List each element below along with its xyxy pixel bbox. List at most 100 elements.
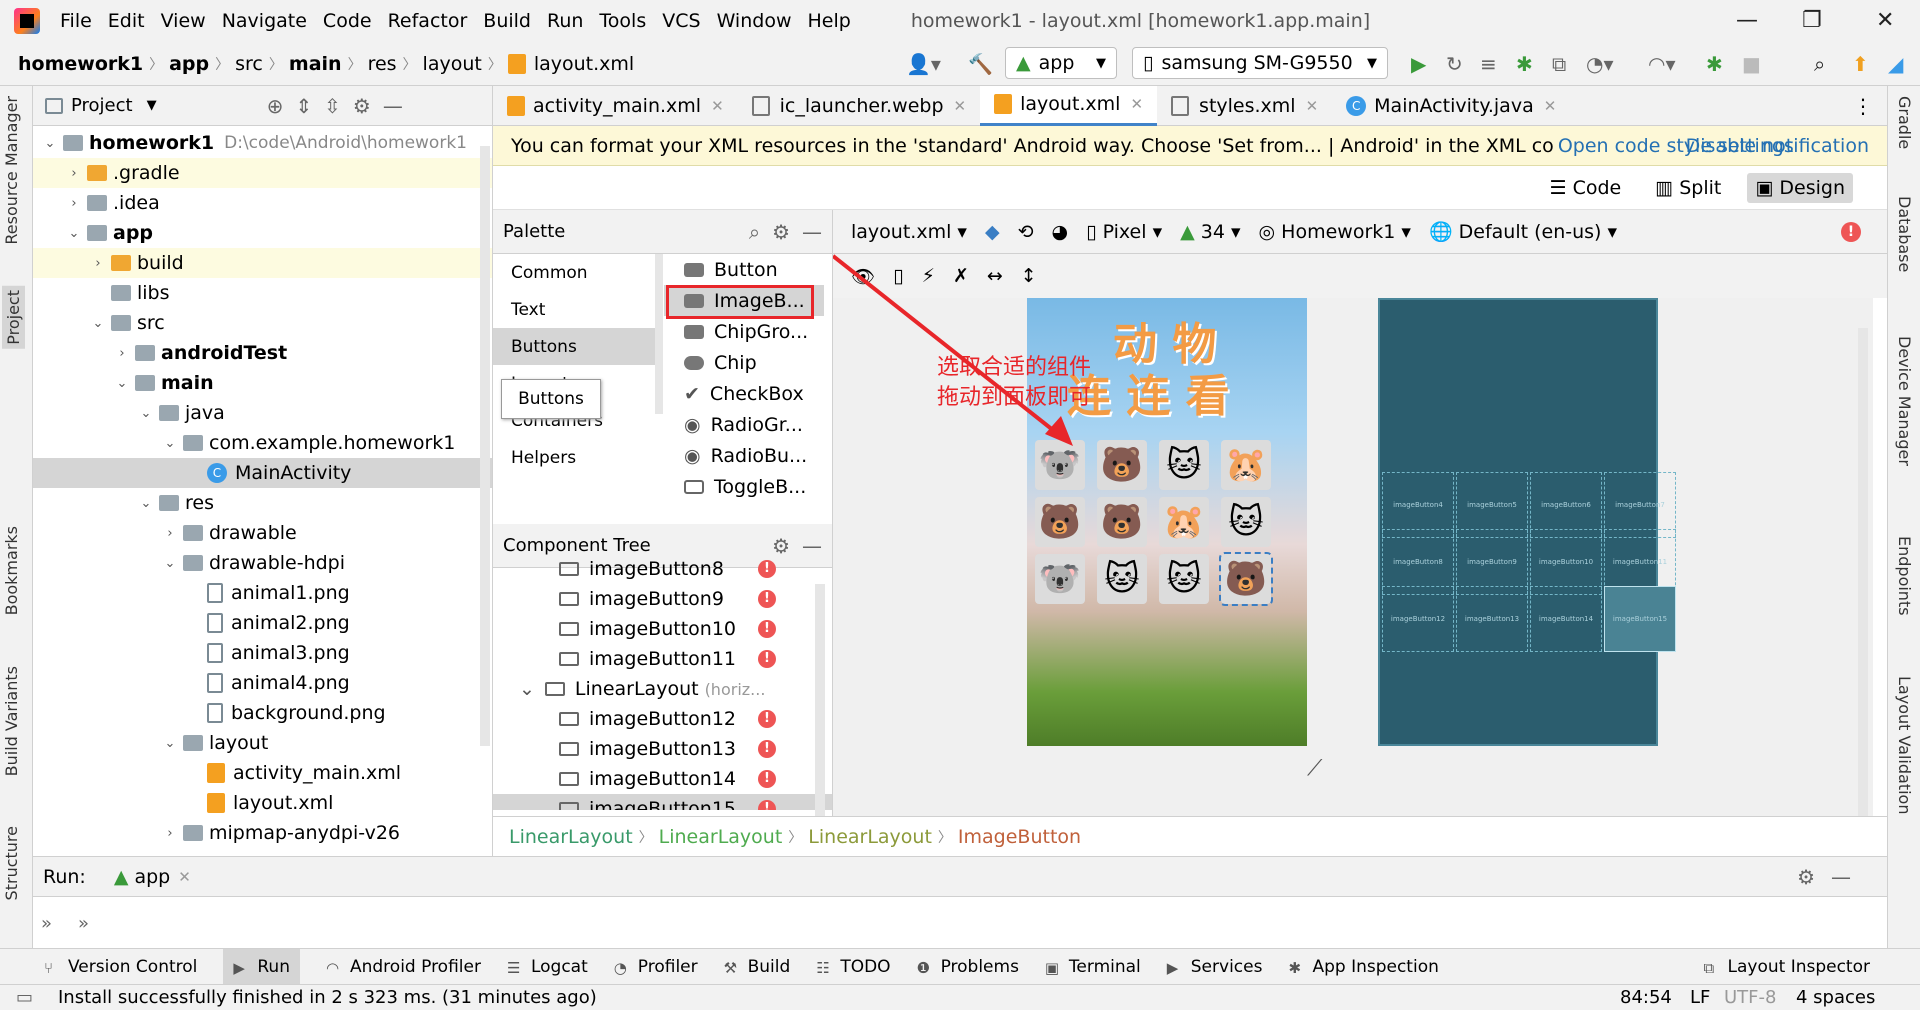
tab-layout-xml[interactable]: layout.xml ✕ (980, 85, 1158, 126)
search-icon[interactable]: ⌕ (749, 220, 760, 244)
tree-item[interactable]: ⌄ layout (33, 728, 492, 758)
category-buttons[interactable]: Buttons (493, 328, 663, 365)
resize-handle-icon[interactable]: ⟋ (1307, 756, 1322, 781)
crumb-res[interactable]: res (368, 53, 397, 75)
code-mode-button[interactable]: ☰ Code (1542, 173, 1630, 203)
profile-icon[interactable]: ◔▾ (1586, 52, 1614, 76)
component-tree-row[interactable]: imageButton10! (493, 614, 832, 644)
component-tree-row[interactable]: ⌄ LinearLayout (horiz... (493, 674, 832, 704)
tree-item[interactable]: layout.xml (33, 788, 492, 818)
preview-image-button[interactable]: 🐻 (1219, 552, 1273, 606)
status-icon[interactable]: ▭ (16, 987, 33, 1008)
tree-item[interactable]: ⌄ homework1 D:\code\Android\homework1 (33, 128, 492, 158)
category-helpers[interactable]: Helpers (493, 439, 663, 476)
palette-radiogroup[interactable]: ◉ RadioGr... (664, 409, 824, 440)
stop-icon[interactable]: ■ (1742, 52, 1761, 76)
tree-item[interactable]: › androidTest (33, 338, 492, 368)
line-separator[interactable]: LF (1690, 987, 1710, 1008)
menu-edit[interactable]: Edit (108, 10, 145, 32)
tree-item[interactable]: ⌄ src (33, 308, 492, 338)
sync-icon[interactable]: ✱ (1706, 52, 1723, 76)
tab-activity-main[interactable]: activity_main.xml ✕ (493, 86, 738, 126)
blueprint-view[interactable]: imageButton4 imageButton5 imageButton6 imag… (1378, 298, 1676, 746)
expand-icon[interactable]: » (78, 913, 89, 934)
apply-changes-icon[interactable]: ↻ (1446, 52, 1463, 76)
palette-button[interactable]: Button (664, 254, 824, 285)
update-icon[interactable]: ⬆ (1852, 52, 1869, 76)
tree-item[interactable]: ⌄ com.example.homework1 (33, 428, 492, 458)
error-icon[interactable]: ! (758, 650, 776, 668)
logcat-tab[interactable]: ☰ Logcat (507, 957, 588, 977)
component-tree-row[interactable]: imageButton12! (493, 704, 832, 734)
blueprint-cell[interactable]: imageButton15 (1604, 586, 1676, 652)
menu-vcs[interactable]: VCS (662, 10, 700, 32)
tree-item[interactable]: libs (33, 278, 492, 308)
component-tree-row[interactable]: imageButton11! (493, 644, 832, 674)
preview-image-button[interactable]: 🐱 (1159, 554, 1209, 604)
bookmarks-tab[interactable]: Bookmarks (2, 526, 21, 615)
chevron-right-icon[interactable]: › (113, 346, 131, 361)
debug-icon[interactable]: ✱ (1516, 52, 1533, 76)
gear-icon[interactable]: ⚙ (353, 94, 371, 118)
hide-icon[interactable]: — (1831, 865, 1851, 889)
menu-tools[interactable]: Tools (599, 10, 646, 32)
component-tree-row[interactable]: imageButton9! (493, 584, 832, 614)
crumb-linearlayout-1[interactable]: LinearLayout (509, 826, 633, 848)
menu-help[interactable]: Help (807, 10, 850, 32)
preview-image-button[interactable]: 🐹 (1159, 497, 1209, 547)
error-icon[interactable]: ! (758, 590, 776, 608)
menu-window[interactable]: Window (717, 10, 792, 32)
tree-item[interactable]: ⌄ java (33, 398, 492, 428)
run-config-tab[interactable]: app (134, 866, 170, 888)
crumb-project[interactable]: homework1 (18, 53, 143, 75)
gear-icon[interactable]: ⚙ (772, 220, 790, 244)
chevron-down-icon[interactable]: ⌄ (161, 736, 179, 751)
error-icon[interactable]: ! (1841, 221, 1861, 242)
chevron-down-icon[interactable]: ⌄ (65, 226, 83, 241)
preview-image-button[interactable]: 🐱 (1097, 554, 1147, 604)
services-tab[interactable]: ▶ Services (1167, 957, 1263, 977)
crumb-linearlayout-3[interactable]: LinearLayout (808, 826, 932, 848)
layout-validation-tab[interactable]: Layout Validation (1895, 676, 1914, 814)
close-icon[interactable]: ✕ (1876, 8, 1894, 33)
todo-tab[interactable]: ☷ TODO (816, 957, 890, 977)
restore-icon[interactable]: ❐ (1802, 8, 1822, 33)
menu-refactor[interactable]: Refactor (388, 10, 468, 32)
error-icon[interactable]: ! (758, 560, 776, 578)
crumb-linearlayout-2[interactable]: LinearLayout (659, 826, 783, 848)
component-scrollbar[interactable] (815, 584, 825, 824)
chevron-down-icon[interactable]: ⌄ (519, 678, 535, 700)
category-scrollbar[interactable] (655, 254, 663, 414)
tree-item[interactable]: › mipmap-anydpi-v26 (33, 818, 492, 848)
more-tabs-icon[interactable]: ⋮ (1853, 94, 1873, 118)
chevron-down-icon[interactable]: ⌄ (89, 316, 107, 331)
database-tab[interactable]: Database (1895, 196, 1914, 272)
tree-item[interactable]: ⌄ main (33, 368, 492, 398)
chevron-down-icon[interactable]: ⌄ (113, 376, 131, 391)
close-tab-icon[interactable]: ✕ (1306, 97, 1319, 115)
error-icon[interactable]: ! (758, 620, 776, 638)
gemini-icon[interactable]: ◢ (1888, 52, 1903, 76)
blueprint-cell[interactable]: imageButton12 (1382, 586, 1454, 652)
coverage-icon[interactable]: ◠▾ (1648, 52, 1676, 76)
tab-ic-launcher[interactable]: ic_launcher.webp ✕ (738, 86, 980, 126)
chevron-right-icon[interactable]: › (65, 166, 83, 181)
locate-icon[interactable]: ⊕ (267, 94, 284, 118)
problems-tab[interactable]: ❶ Problems (917, 957, 1019, 977)
run-icon[interactable]: ▶ (1411, 52, 1426, 76)
locale-select[interactable]: 🌐 Default (en-us) ▾ (1429, 220, 1617, 243)
menu-file[interactable]: File (60, 10, 92, 32)
tree-item[interactable]: animal4.png (33, 668, 492, 698)
crumb-layout[interactable]: layout (423, 53, 482, 75)
device-manager-tab[interactable]: Device Manager (1895, 336, 1914, 466)
tree-item[interactable]: C MainActivity (33, 458, 492, 488)
build-variants-tab[interactable]: Build Variants (2, 666, 21, 776)
palette-checkbox[interactable]: ✔ CheckBox (664, 378, 824, 409)
tree-scrollbar[interactable] (480, 146, 490, 746)
endpoints-tab[interactable]: Endpoints (1895, 536, 1914, 616)
error-icon[interactable]: ! (758, 740, 776, 758)
tree-item[interactable]: › .idea (33, 188, 492, 218)
crumb-imagebutton[interactable]: ImageButton (958, 826, 1081, 848)
gradle-tab[interactable]: Gradle (1895, 96, 1914, 149)
crumb-main[interactable]: main (289, 53, 342, 75)
